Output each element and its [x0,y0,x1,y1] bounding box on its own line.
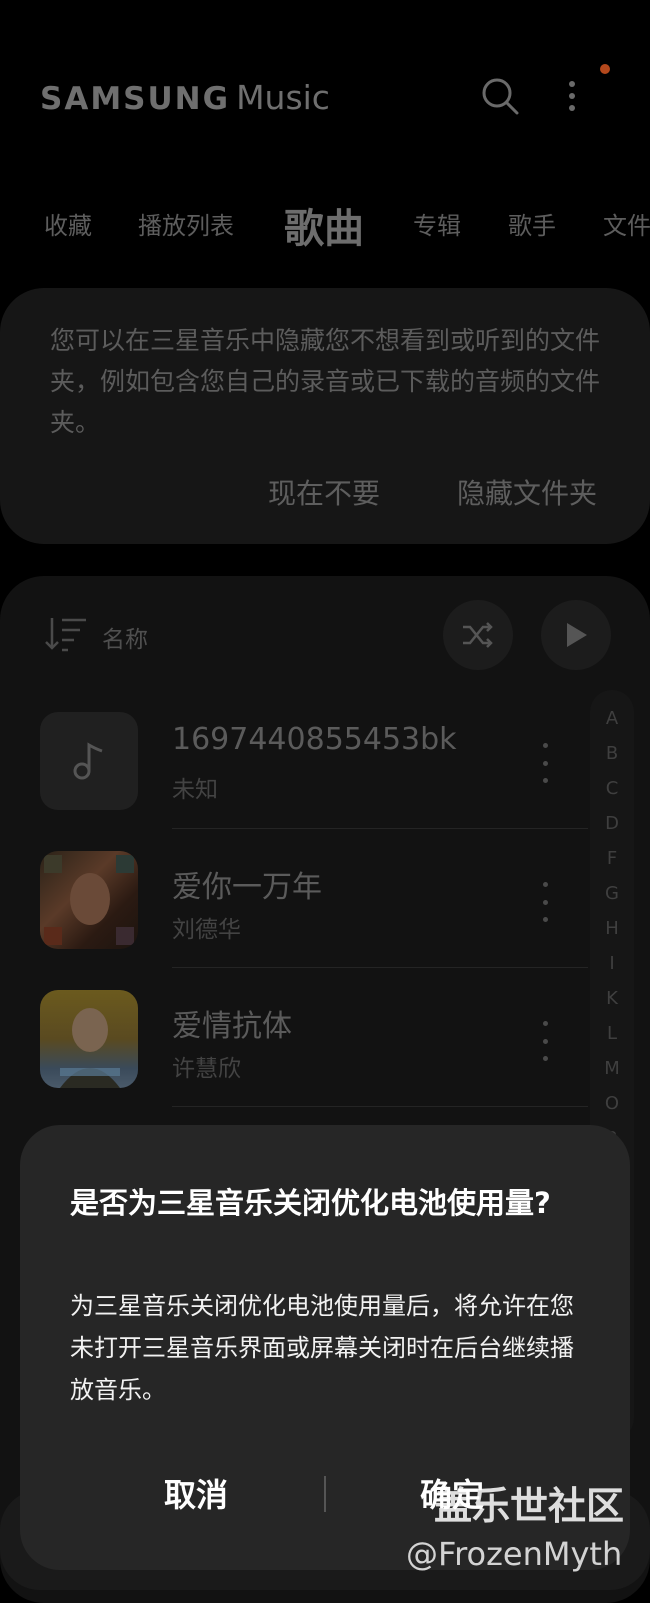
watermark-user: @FrozenMyth [406,1535,623,1573]
song-artist: 许慧欣 [172,1056,241,1082]
notification-dot [600,64,610,74]
index-letter[interactable]: F [590,848,634,869]
song-artist: 未知 [172,777,218,803]
index-letter[interactable]: O [590,1093,634,1114]
tab-playlists[interactable]: 播放列表 [138,206,234,241]
song-more-icon[interactable] [535,743,555,783]
sort-label[interactable]: 名称 [102,620,148,654]
play-all-button[interactable] [541,600,611,670]
song-more-icon[interactable] [535,1021,555,1061]
index-letter[interactable]: I [590,953,634,974]
tab-songs[interactable]: 歌曲 [284,196,364,254]
brand-name: SAMSUNG [40,81,231,117]
more-vert-icon[interactable] [550,74,594,118]
divider [172,967,588,968]
song-title[interactable]: 爱你一万年 [172,862,322,906]
song-artist: 刘德华 [172,917,241,943]
index-letter[interactable]: D [590,813,634,834]
music-note-icon [73,742,103,780]
index-letter[interactable]: K [590,988,634,1009]
dialog-message: 为三星音乐关闭优化电池使用量后，将允许在您未打开三星音乐界面或屏幕关闭时在后台继… [70,1292,574,1404]
hide-folder-message: 您可以在三星音乐中隐藏您不想看到或听到的文件夹，例如包含您自己的录音或已下载的音… [50,326,601,437]
shuffle-icon [463,622,493,648]
app-logo: SAMSUNG Music [40,78,330,117]
play-icon [567,623,587,647]
sort-icon[interactable] [42,614,88,658]
divider [172,1106,588,1107]
album-art[interactable] [40,851,138,949]
index-letter[interactable]: B [590,743,634,764]
search-icon[interactable] [478,74,522,118]
index-letter[interactable]: C [590,778,634,799]
hide-folder-button[interactable]: 隐藏文件夹 [457,472,597,512]
index-letter[interactable]: G [590,883,634,904]
index-letter[interactable]: L [590,1023,634,1044]
watermark-site: 盖乐世社区 [434,1484,625,1528]
index-letter[interactable]: M [590,1058,634,1079]
song-title[interactable]: 1697440855453bk [172,722,457,757]
dialog-title: 是否为三星音乐关闭优化电池使用量? [70,1186,551,1220]
song-title[interactable]: 爱情抗体 [172,1001,292,1045]
index-letter[interactable]: H [590,918,634,939]
not-now-button[interactable]: 现在不要 [268,472,380,512]
product-name: Music [236,78,330,117]
index-letter[interactable]: A [590,708,634,729]
song-thumbnail[interactable] [40,712,138,810]
shuffle-button[interactable] [443,600,513,670]
cancel-button[interactable]: 取消 [164,1470,228,1516]
album-art[interactable] [40,990,138,1088]
tab-artists[interactable]: 歌手 [508,206,556,241]
song-more-icon[interactable] [535,882,555,922]
tab-albums[interactable]: 专辑 [413,206,461,241]
tab-folders[interactable]: 文件 [603,206,650,241]
divider [172,828,588,829]
tab-favorites[interactable]: 收藏 [44,206,92,241]
button-divider [324,1476,326,1512]
